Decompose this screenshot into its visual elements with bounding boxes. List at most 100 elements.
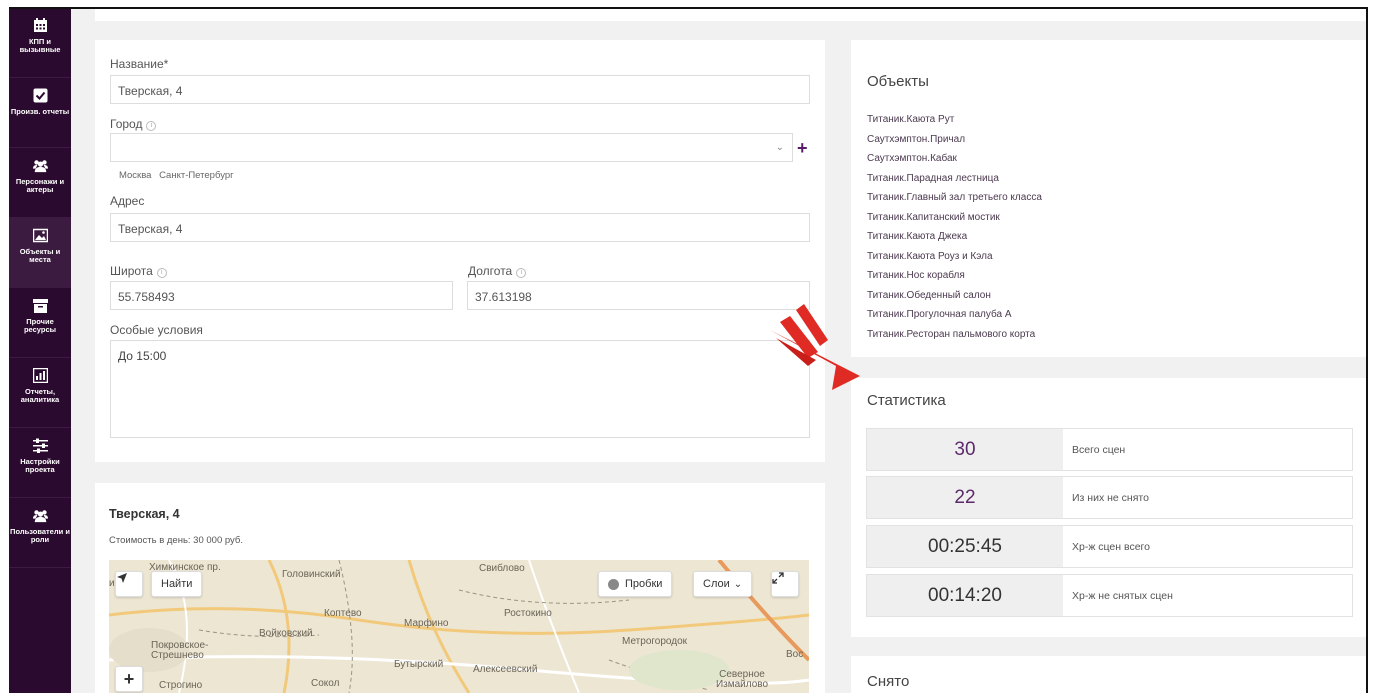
conditions-textarea[interactable]: До 15:00 xyxy=(110,340,810,438)
layers-button[interactable]: Слои ⌄ xyxy=(693,571,753,597)
map-label: Ростокино xyxy=(504,608,552,619)
map-label: Покровское-Стрешнево xyxy=(151,640,209,661)
archive-box-icon xyxy=(32,298,48,313)
list-item[interactable]: Титаник.Капитанский мостик xyxy=(867,208,1042,228)
geolocate-button[interactable] xyxy=(115,571,143,597)
map-label: Строгино xyxy=(159,680,203,691)
list-item[interactable]: Титаник.Прогулочная палуба А xyxy=(867,305,1042,325)
bar-chart-icon xyxy=(32,368,48,383)
city-suggestions: Москва Санкт-Петербург xyxy=(119,170,239,181)
city-suggestion-spb[interactable]: Санкт-Петербург xyxy=(159,170,234,181)
statistics-card: Статистика 30 Всего сцен 22 Из них не сн… xyxy=(851,378,1366,637)
image-icon xyxy=(32,228,48,243)
conditions-label: Особые условия xyxy=(110,323,203,337)
sidebar-item-characters[interactable]: Персонажи и актеры xyxy=(9,148,71,218)
checkbox-icon xyxy=(33,88,48,103)
layers-label: Слои xyxy=(703,578,730,590)
stat-label: Всего сцен xyxy=(1072,443,1126,456)
sidebar-item-users[interactable]: Пользователи и роли xyxy=(9,498,71,568)
city-select[interactable]: ⌄ xyxy=(110,133,793,162)
sidebar-item-analytics[interactable]: Отчеты, аналитика xyxy=(9,358,71,428)
taken-card: Снято xyxy=(851,656,1366,693)
top-margin xyxy=(0,0,1375,7)
stat-label: Из них не снято xyxy=(1072,491,1149,504)
sidebar-item-resources[interactable]: Прочие ресурсы xyxy=(9,288,71,358)
map-label: Вос xyxy=(786,649,804,660)
sidebar-item-label: Отчеты, аналитика xyxy=(20,387,60,404)
sidebar-item-label: КПП и вызывные xyxy=(19,37,61,54)
stat-label: Хр-ж не снятых сцен xyxy=(1072,589,1173,602)
stat-row-total-scenes: 30 Всего сцен xyxy=(866,428,1353,471)
taken-title: Снято xyxy=(867,673,910,690)
list-item[interactable]: Саутхэмптон.Причал xyxy=(867,130,1042,150)
statistics-title: Статистика xyxy=(867,392,946,409)
list-item[interactable]: Титаник.Главный зал третьего класса xyxy=(867,188,1042,208)
list-item[interactable]: Саутхэмптон.Кабак xyxy=(867,149,1042,169)
stat-value: 30 xyxy=(867,429,1063,470)
city-suggestion-moscow[interactable]: Москва xyxy=(119,170,151,181)
location-form: Название* Тверская, 4 Город i ⌄ + Москва … xyxy=(95,40,825,462)
map-label: Северное Измайлово xyxy=(715,669,769,690)
objects-card: Объекты Титаник.Каюта Рут Саутхэмптон.Пр… xyxy=(851,40,1366,357)
daily-cost: Стоимость в день: 30 000 руб. xyxy=(109,535,243,546)
list-item[interactable]: Титаник.Парадная лестница xyxy=(867,169,1042,189)
list-item[interactable]: Титаник.Каюта Джека xyxy=(867,227,1042,247)
find-button[interactable]: Найти xyxy=(151,571,203,597)
info-icon: i xyxy=(516,268,527,278)
sidebar: КПП и вызывные Произв. отчеты Персонажи … xyxy=(9,8,71,693)
map-label: Головинский xyxy=(282,569,341,580)
traffic-icon xyxy=(608,578,619,590)
list-item[interactable]: Титаник.Каюта Рут xyxy=(867,110,1042,130)
map-view[interactable]: Химкинское пр. ино Головинский Свиблово … xyxy=(109,560,809,693)
objects-title: Объекты xyxy=(867,73,929,90)
users-icon xyxy=(32,508,48,523)
address-label: Адрес xyxy=(110,194,145,208)
name-label: Название* xyxy=(110,57,169,71)
list-item[interactable]: Титаник.Нос корабля xyxy=(867,266,1042,286)
address-field[interactable]: Тверская, 4 xyxy=(110,213,810,242)
chevron-down-icon: ⌄ xyxy=(775,142,784,153)
city-label: Город i xyxy=(110,117,157,131)
stat-label: Хр-ж сцен всего xyxy=(1072,540,1150,553)
name-field[interactable]: Тверская, 4 xyxy=(110,75,810,104)
map-label: Бутырский xyxy=(394,659,444,670)
sidebar-item-kpp[interactable]: КПП и вызывные xyxy=(9,8,71,78)
map-card: Тверская, 4 Стоимость в день: 30 000 руб… xyxy=(95,483,825,693)
people-icon xyxy=(32,158,48,173)
stat-row-not-shot: 22 Из них не снято xyxy=(866,476,1353,519)
sidebar-item-label: Объекты и места xyxy=(19,247,61,264)
zoom-in-button[interactable]: + xyxy=(115,666,143,692)
sidebar-item-label: Пользователи и роли xyxy=(10,527,70,544)
chevron-down-icon: ⌄ xyxy=(733,578,743,590)
info-icon: i xyxy=(156,268,167,278)
info-icon: i xyxy=(146,121,157,131)
traffic-button[interactable]: Пробки xyxy=(598,571,673,597)
sliders-icon xyxy=(32,438,48,453)
latitude-label: Широта i xyxy=(110,264,167,278)
fullscreen-button[interactable] xyxy=(771,571,799,597)
sidebar-item-settings[interactable]: Настройки проекта xyxy=(9,428,71,498)
header-strip xyxy=(95,9,1366,21)
highlight-arrow-icon xyxy=(768,300,864,397)
add-city-button[interactable]: + xyxy=(797,139,808,157)
map-label: Метрогородок xyxy=(622,636,688,647)
sidebar-item-reports[interactable]: Произв. отчеты xyxy=(9,78,71,148)
map-title: Тверская, 4 xyxy=(109,507,180,521)
map-label: Свиблово xyxy=(479,563,525,574)
sidebar-item-objects[interactable]: Объекты и места xyxy=(9,218,71,288)
list-item[interactable]: Титаник.Обеденный салон xyxy=(867,286,1042,306)
list-item[interactable]: Титаник.Каюта Роуз и Кэла xyxy=(867,247,1042,267)
map-label: Сокол xyxy=(311,678,340,689)
sidebar-item-label: Прочие ресурсы xyxy=(23,317,57,334)
list-item[interactable]: Титаник.Ресторан пальмового корта xyxy=(867,325,1042,345)
longitude-field[interactable]: 37.613198 xyxy=(467,281,810,310)
sidebar-item-label: Произв. отчеты xyxy=(10,107,70,116)
sidebar-item-label: Персонажи и актеры xyxy=(15,177,65,194)
stat-value: 00:14:20 xyxy=(867,575,1063,616)
calendar-icon xyxy=(33,18,48,33)
left-margin xyxy=(0,0,9,693)
map-label: Войковский xyxy=(259,628,313,639)
objects-list: Титаник.Каюта Рут Саутхэмптон.Причал Сау… xyxy=(867,110,1042,344)
latitude-field[interactable]: 55.758493 xyxy=(110,281,453,310)
map-label: Алексеевский xyxy=(473,664,538,675)
